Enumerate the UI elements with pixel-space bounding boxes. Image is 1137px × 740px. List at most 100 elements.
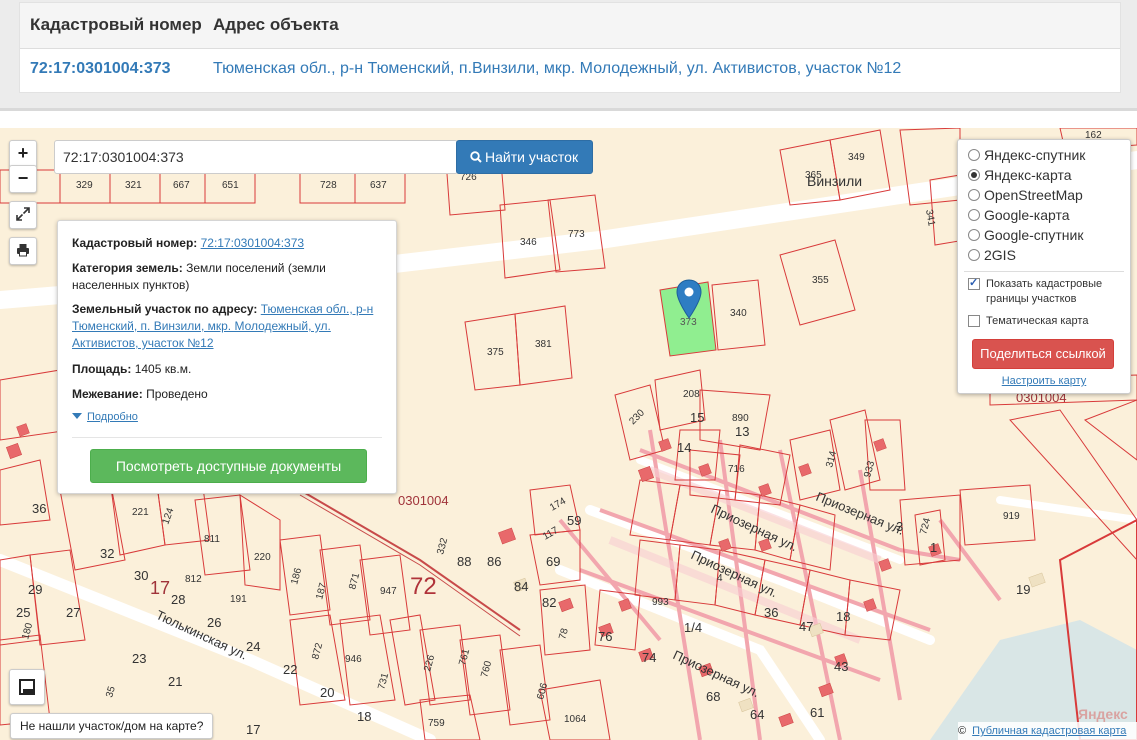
details-toggle-label: Подробно xyxy=(87,411,138,423)
fullscreen-button[interactable] xyxy=(9,201,37,229)
zoom-out-button[interactable]: − xyxy=(9,165,37,193)
find-parcel-button[interactable]: Найти участок xyxy=(456,140,593,174)
radio-button[interactable] xyxy=(968,189,980,201)
layer-option-yandex-map[interactable]: Яндекс-карта xyxy=(968,166,1071,184)
details-toggle[interactable]: Подробно xyxy=(72,411,138,423)
parcel-label: 26 xyxy=(207,615,221,630)
parcel-label: 340 xyxy=(730,308,747,319)
checkbox[interactable] xyxy=(968,315,980,327)
radio-button[interactable] xyxy=(968,149,980,161)
info-cadastral-link[interactable]: 72:17:0301004:373 xyxy=(201,236,304,250)
parcel-label: 759 xyxy=(428,718,445,729)
parcel-label: 314 xyxy=(824,449,839,468)
radio-button[interactable] xyxy=(968,249,980,261)
parcel-label: 355 xyxy=(812,275,829,286)
parcel-label: 21 xyxy=(168,674,182,689)
caret-down-icon xyxy=(72,413,82,419)
layer-option-label: Google-карта xyxy=(984,207,1070,223)
configure-map-link[interactable]: Настроить карту xyxy=(958,375,1130,387)
parcel-label: 329 xyxy=(76,180,93,191)
layer-option-label: Яндекс-спутник xyxy=(984,147,1086,163)
layers-toggle-button[interactable] xyxy=(9,669,45,705)
parcel-label: 332 xyxy=(435,536,450,555)
thematic-map-checkbox[interactable]: Тематическая карта xyxy=(968,314,1118,329)
table-header-row: Кадастровый номер Адрес объекта xyxy=(20,3,1120,49)
parcel-label: 346 xyxy=(520,237,537,248)
radio-button-selected[interactable] xyxy=(968,169,980,181)
parcel-label: 30 xyxy=(134,568,148,583)
radio-button[interactable] xyxy=(968,209,980,221)
parcel-label: 18 xyxy=(357,709,371,724)
parcel-label: 36 xyxy=(764,605,778,620)
parcel-label: 35 xyxy=(104,685,118,699)
result-cadastral-number-link[interactable]: 72:17:0301004:373 xyxy=(30,60,171,78)
info-category-label: Категория земель: xyxy=(72,261,183,275)
parcel-label: 36 xyxy=(32,501,46,516)
cadastral-search-input[interactable] xyxy=(54,140,458,174)
map-marker-icon[interactable] xyxy=(676,279,702,319)
result-table: Кадастровый номер Адрес объекта 72:17:03… xyxy=(19,2,1121,93)
layer-option-osm[interactable]: OpenStreetMap xyxy=(968,186,1083,204)
parcel-label: 4 xyxy=(717,573,723,584)
parcel-label: 82 xyxy=(542,595,556,610)
layer-option-google-satellite[interactable]: Google-спутник xyxy=(968,226,1083,244)
map-label-quarter-1: 0301004 xyxy=(398,493,449,508)
view-documents-button[interactable]: Посмотреть доступные документы xyxy=(90,449,367,483)
show-cadastral-borders-checkbox[interactable]: Показать кадастровые границы участков xyxy=(968,276,1118,307)
parcel-label: 651 xyxy=(222,180,239,191)
yandex-watermark: Яндекс xyxy=(1078,706,1128,722)
parcel-label: 731 xyxy=(376,671,391,690)
layer-option-google-map[interactable]: Google-карта xyxy=(968,206,1070,224)
parcel-label: 606 xyxy=(535,681,550,700)
info-area: Площадь: 1405 кв.м. xyxy=(72,361,378,378)
header-address: Адрес объекта xyxy=(213,15,339,34)
parcel-label: 13 xyxy=(735,424,749,439)
parcel-label: 124 xyxy=(160,506,176,526)
print-button[interactable] xyxy=(9,237,37,265)
layer-option-yandex-satellite[interactable]: Яндекс-спутник xyxy=(968,146,1085,164)
parcel-label: 812 xyxy=(185,574,202,585)
public-cadastral-map-link[interactable]: Публичная кадастровая карта xyxy=(972,725,1126,737)
parcel-label: 919 xyxy=(1003,511,1020,522)
share-link-button[interactable]: Поделиться ссылкой xyxy=(972,339,1114,369)
parcel-label: 890 xyxy=(732,413,749,424)
parcel-label: 220 xyxy=(254,552,271,563)
fullscreen-icon xyxy=(16,207,30,221)
parcel-label: 226 xyxy=(422,653,437,672)
parcel-label: 61 xyxy=(810,705,824,720)
parcel-label: 69 xyxy=(546,554,560,569)
info-cadastral-label: Кадастровый номер: xyxy=(72,236,198,250)
parcel-label: 20 xyxy=(320,685,334,700)
parcel-label: 637 xyxy=(370,180,387,191)
map-attribution: © Публичная кадастровая карта xyxy=(958,722,1137,740)
map-label-17: 17 xyxy=(150,578,170,598)
radio-button[interactable] xyxy=(968,229,980,241)
checkbox-checked[interactable] xyxy=(968,276,980,291)
info-area-value: 1405 кв.м. xyxy=(134,362,192,376)
find-parcel-button-label: Найти участок xyxy=(485,149,579,165)
layer-option-label: Google-спутник xyxy=(984,227,1084,243)
parcel-label: 187 xyxy=(314,581,329,600)
zoom-in-button[interactable]: + xyxy=(9,140,37,168)
layer-option-2gis[interactable]: 2GIS xyxy=(968,246,1016,264)
not-found-button[interactable]: Не нашли участок/дом на карте? xyxy=(10,713,214,739)
parcel-label: 365 xyxy=(805,170,822,181)
layer-option-label: OpenStreetMap xyxy=(984,187,1083,203)
result-address-link[interactable]: Тюменская обл., р-н Тюменский, п.Винзили… xyxy=(213,60,901,78)
divider xyxy=(72,437,382,438)
layer-option-label: Яндекс-карта xyxy=(984,167,1072,183)
parcel-label: 773 xyxy=(568,229,585,240)
parcel-label: 23 xyxy=(132,651,146,666)
info-survey-value: Проведено xyxy=(146,387,208,401)
parcel-label: 117 xyxy=(541,525,561,543)
parcel-label: 68 xyxy=(706,689,720,704)
parcel-label: 29 xyxy=(28,582,42,597)
parcel-label: 716 xyxy=(728,464,745,475)
parcel-label: 59 xyxy=(567,513,581,528)
info-address-label: Земельный участок по адресу: xyxy=(72,302,258,316)
parcel-label: 84 xyxy=(514,579,528,594)
parcel-label: 25 xyxy=(16,605,30,620)
info-category: Категория земель: Земли поселений (земли… xyxy=(72,260,378,294)
parcel-label: 47 xyxy=(799,619,813,634)
parcel-label: 221 xyxy=(132,507,149,518)
